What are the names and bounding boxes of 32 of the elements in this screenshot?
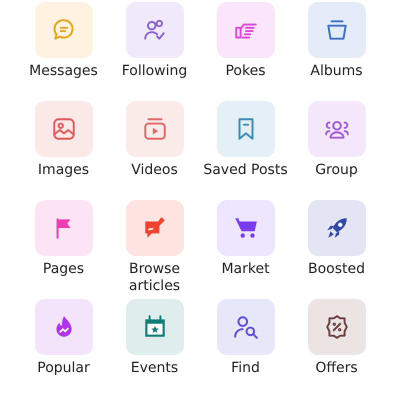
menu-tile[interactable] <box>308 200 366 256</box>
menu-tile[interactable] <box>34 299 92 355</box>
menu-tile[interactable] <box>216 299 274 355</box>
menu-tile[interactable] <box>308 2 366 58</box>
menu-tile[interactable] <box>126 101 184 157</box>
menu-label: Browse articles <box>128 261 182 295</box>
menu-label: Following <box>122 63 188 80</box>
menu-label: Boosted <box>308 261 366 278</box>
menu-label: Events <box>130 360 178 377</box>
menu-tile[interactable] <box>126 2 184 58</box>
menu-tile[interactable] <box>308 101 366 157</box>
menu-tile[interactable] <box>34 101 92 157</box>
menu-label: Market <box>221 261 270 278</box>
menu-label: Messages <box>29 63 98 80</box>
menu-label: Offers <box>315 360 358 377</box>
menu-label: Group <box>315 162 358 179</box>
menu-tile[interactable] <box>308 299 366 355</box>
menu-tile[interactable] <box>34 200 92 256</box>
menu-label: Find <box>231 360 260 377</box>
menu-tile[interactable] <box>216 101 274 157</box>
menu-tile[interactable] <box>216 200 274 256</box>
menu-label: Images <box>38 162 90 179</box>
menu-label: Albums <box>310 63 363 80</box>
menu-label: Pokes <box>225 63 266 80</box>
menu-label: Saved Posts <box>203 162 288 179</box>
menu-tile[interactable] <box>126 299 184 355</box>
menu-label: Popular <box>37 360 90 377</box>
menu-tile[interactable] <box>34 2 92 58</box>
menu-tile[interactable] <box>126 200 184 256</box>
menu-tile[interactable] <box>216 2 274 58</box>
menu-label: Pages <box>42 261 84 278</box>
menu-label: Videos <box>131 162 178 179</box>
